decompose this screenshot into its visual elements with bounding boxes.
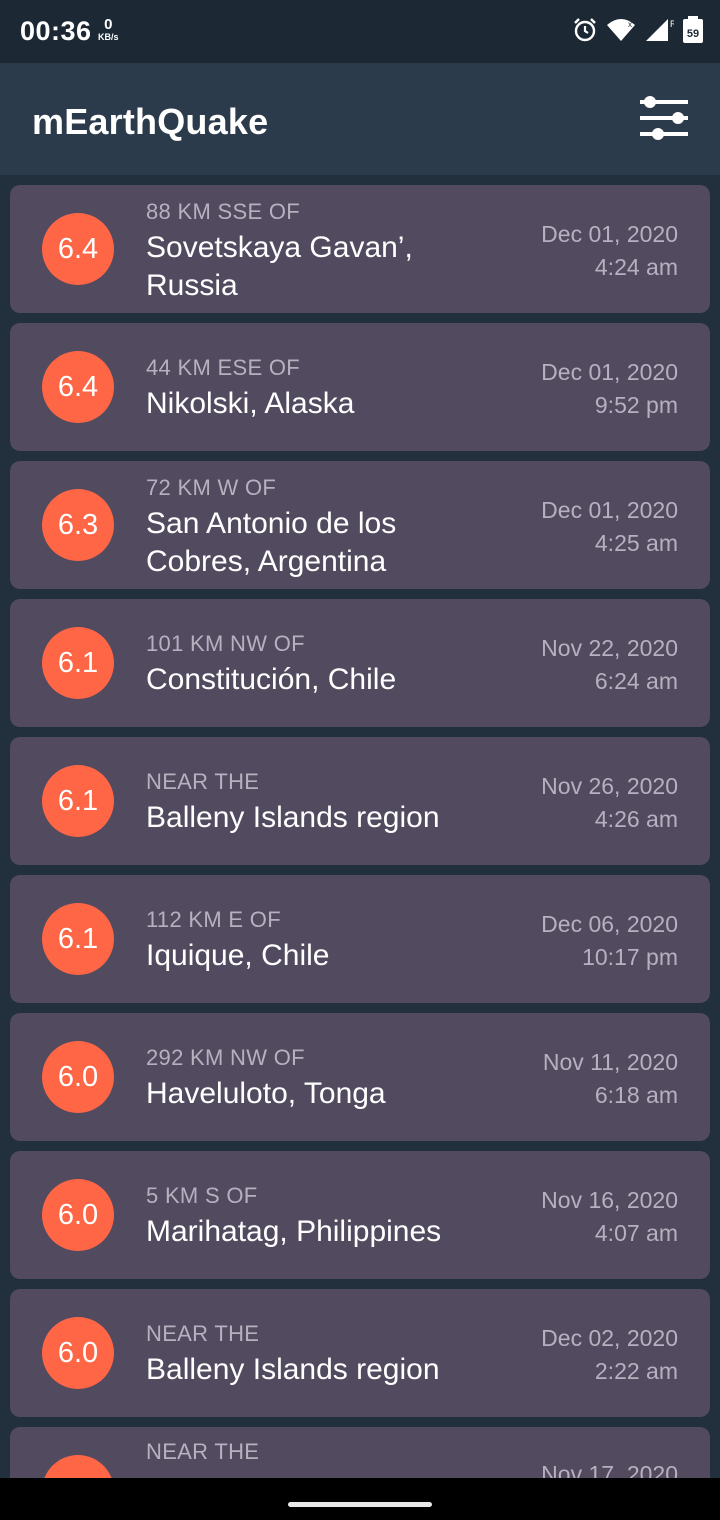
battery-icon: 59 (683, 16, 703, 43)
status-time: 00:36 (20, 16, 92, 46)
earthquake-card[interactable]: 6.1 NEAR THE Balleny Islands region Nov … (10, 737, 710, 865)
location-place: Sovetskaya Gavan’, Russia (146, 231, 413, 302)
magnitude-badge (42, 1455, 114, 1478)
location-place: Balleny Islands region (146, 801, 440, 834)
quake-date: Dec 01, 2020 (541, 221, 678, 247)
quake-time: 6:18 am (594, 1082, 678, 1108)
home-gesture-bar[interactable] (288, 1502, 432, 1507)
earthquake-list[interactable]: 6.4 88 KM SSE OF Sovetskaya Gavan’, Russ… (0, 175, 720, 1478)
location-offset: 44 KM ESE OF (146, 355, 300, 380)
location-offset: 72 KM W OF (146, 475, 277, 500)
network-speed: 0 KB/s (98, 17, 119, 42)
quake-date: Nov 16, 2020 (541, 1187, 678, 1213)
earthquake-card[interactable]: NEAR THE Nov 17, 2020 (10, 1427, 710, 1478)
magnitude-badge: 6.1 (42, 903, 114, 975)
location-place: Balleny Islands region (146, 1353, 440, 1386)
magnitude-badge: 6.0 (42, 1317, 114, 1389)
svg-text:x: x (628, 20, 632, 29)
magnitude-badge: 6.0 (42, 1179, 114, 1251)
svg-text:R: R (670, 19, 674, 29)
quake-time: 4:24 am (594, 254, 678, 280)
signal-icon: R (646, 19, 674, 41)
quake-date: Dec 02, 2020 (541, 1325, 678, 1351)
location-place: Marihatag, Philippines (146, 1215, 442, 1248)
location-place: Constitución, Chile (146, 663, 397, 696)
quake-date: Dec 01, 2020 (541, 359, 678, 385)
sliders-icon[interactable] (640, 96, 688, 140)
quake-date: Nov 17, 2020 (541, 1461, 678, 1478)
wifi-icon: x (607, 19, 635, 41)
quake-time: 9:52 pm (594, 392, 678, 418)
quake-date: Dec 01, 2020 (541, 497, 678, 523)
alarm-icon (574, 18, 596, 42)
location-offset: NEAR THE (146, 769, 260, 794)
quake-time: 2:22 am (594, 1358, 678, 1384)
location-offset: NEAR THE (146, 1321, 260, 1346)
location-offset: 5 KM S OF (146, 1183, 258, 1208)
earthquake-card[interactable]: 6.4 88 KM SSE OF Sovetskaya Gavan’, Russ… (10, 185, 710, 313)
earthquake-card[interactable]: 6.3 72 KM W OF San Antonio de los Cobres… (10, 461, 710, 589)
earthquake-card[interactable]: 6.1 112 KM E OF Iquique, Chile Dec 06, 2… (10, 875, 710, 1003)
location-offset: 101 KM NW OF (146, 631, 305, 656)
earthquake-card[interactable]: 6.0 292 KM NW OF Haveluloto, Tonga Nov 1… (10, 1013, 710, 1141)
magnitude-badge: 6.3 (42, 489, 114, 561)
quake-date: Dec 06, 2020 (541, 911, 678, 937)
magnitude-badge: 6.1 (42, 627, 114, 699)
location-place: Iquique, Chile (146, 939, 330, 972)
quake-date: Nov 11, 2020 (542, 1049, 678, 1075)
quake-time: 4:25 am (594, 530, 678, 556)
quake-time: 6:24 am (594, 668, 678, 694)
earthquake-card[interactable]: 6.4 44 KM ESE OF Nikolski, Alaska Dec 01… (10, 323, 710, 451)
navigation-bar (0, 1478, 720, 1520)
location-offset: 88 KM SSE OF (146, 199, 300, 224)
quake-time: 10:17 pm (582, 944, 678, 970)
app-title: mEarthQuake (32, 101, 269, 142)
app-bar: mEarthQuake (0, 63, 720, 175)
magnitude-badge: 6.4 (42, 351, 114, 423)
location-place: Nikolski, Alaska (146, 387, 355, 420)
network-speed-value: 0 (104, 16, 113, 33)
location-offset: 292 KM NW OF (146, 1045, 305, 1070)
location-place: Haveluloto, Tonga (146, 1077, 386, 1110)
location-place: San Antonio de los Cobres, Argentina (146, 507, 397, 578)
quake-date: Nov 26, 2020 (541, 773, 678, 799)
status-bar: 00:36 0 KB/s x R 59 (0, 0, 720, 63)
earthquake-card[interactable]: 6.0 NEAR THE Balleny Islands region Dec … (10, 1289, 710, 1417)
earthquake-card[interactable]: 6.0 5 KM S OF Marihatag, Philippines Nov… (10, 1151, 710, 1279)
battery-level: 59 (687, 28, 699, 40)
location-offset: NEAR THE (146, 1439, 260, 1464)
magnitude-badge: 6.4 (42, 213, 114, 285)
quake-time: 4:07 am (594, 1220, 678, 1246)
quake-date: Nov 22, 2020 (541, 635, 678, 661)
magnitude-badge: 6.0 (42, 1041, 114, 1113)
location-offset: 112 KM E OF (146, 907, 281, 932)
network-speed-unit: KB/s (98, 32, 119, 42)
quake-time: 4:26 am (594, 806, 678, 832)
status-icons: x R 59 (572, 16, 704, 44)
magnitude-badge: 6.1 (42, 765, 114, 837)
earthquake-card[interactable]: 6.1 101 KM NW OF Constitución, Chile Nov… (10, 599, 710, 727)
